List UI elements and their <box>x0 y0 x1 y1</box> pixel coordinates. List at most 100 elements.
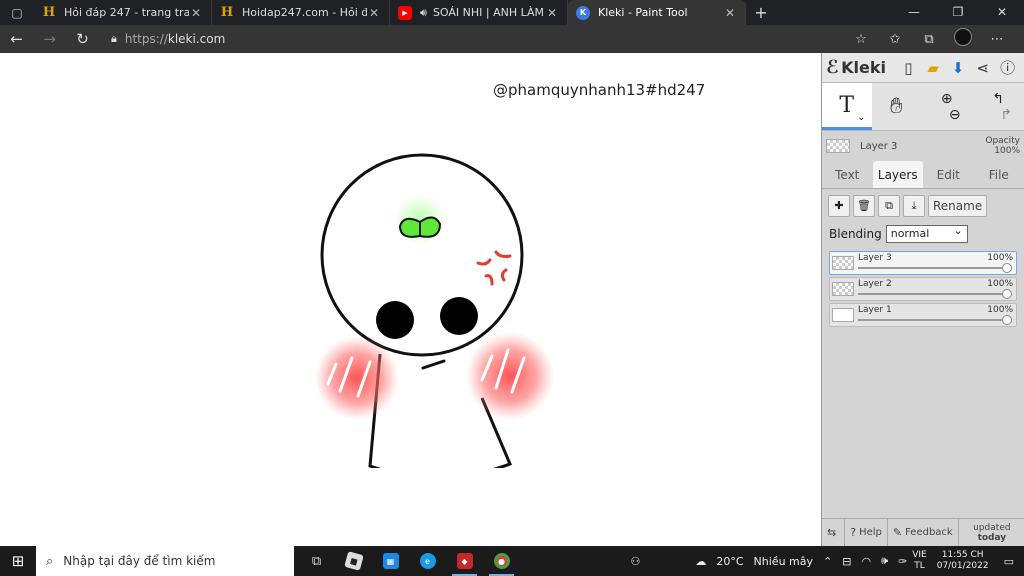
zoom-out-icon[interactable]: ⊖ <box>949 107 961 123</box>
download-icon[interactable]: ⬇ <box>946 59 971 77</box>
tab-text[interactable]: Text <box>822 161 873 188</box>
lang-line2: TL <box>914 561 925 571</box>
new-image-icon[interactable]: ▯ <box>896 59 921 77</box>
feedback-label: Feedback <box>905 527 953 538</box>
close-tab-icon[interactable]: ✕ <box>367 6 381 20</box>
blending-select[interactable]: normal <box>885 223 968 243</box>
duplicate-layer-button[interactable]: ⧉ <box>878 195 900 217</box>
close-tab-icon[interactable]: ✕ <box>545 6 559 20</box>
sprout-leaf-right <box>419 216 442 238</box>
chrome-icon[interactable]: ● <box>483 546 520 576</box>
add-layer-button[interactable]: ✚ <box>828 195 850 217</box>
weather-icon[interactable]: ☁ <box>695 555 706 568</box>
layer-actions: ✚ 🗑︎ ⧉ ⤓ Rename <box>822 189 1024 223</box>
clock[interactable]: 11:55 CH 07/01/2022 <box>937 550 989 572</box>
favorite-star-icon[interactable]: ☆ <box>844 32 878 47</box>
tab-kleki[interactable]: K Kleki - Paint Tool ✕ <box>568 0 746 25</box>
tab-file[interactable]: File <box>974 161 1024 188</box>
profile-avatar[interactable] <box>946 28 980 50</box>
open-folder-icon[interactable]: ▰ <box>921 59 946 77</box>
layer-item[interactable]: Layer 3 100% <box>829 251 1017 275</box>
rename-button[interactable]: Rename <box>928 195 988 217</box>
url-field[interactable]: 🔒︎ https:// kleki.com <box>111 32 844 46</box>
close-tab-icon[interactable]: ✕ <box>723 6 737 20</box>
system-tray: ⚇ ☁ 20°C Nhiều mây ⌃ ⊟ ◠ 🕪︎ ✑ VIE TL 11:… <box>625 550 1024 572</box>
pen-icon[interactable]: ✑ <box>898 555 907 568</box>
weather-desc[interactable]: Nhiều mây <box>754 555 813 568</box>
search-icon: ⌕ <box>46 553 54 569</box>
text-tool-icon: T <box>839 92 855 118</box>
taskbar-search[interactable]: ⌕ Nhập tại đây để tìm kiếm <box>36 546 294 576</box>
undo-icon[interactable]: ↰ <box>992 91 1004 107</box>
volume-icon[interactable]: 🕪︎ <box>881 554 888 568</box>
slider-handle[interactable] <box>1002 289 1012 299</box>
collections-icon[interactable]: ⧉ <box>912 32 946 47</box>
clock-time: 11:55 CH <box>941 550 984 560</box>
share-icon[interactable]: ⋖ <box>970 59 995 77</box>
task-view-icon[interactable]: ⧉ <box>298 546 335 576</box>
address-actions: ☆ ✩ ⧉ ⋯ <box>844 28 1014 50</box>
taskbar-apps: ⧉ ■ ▦ e ◆ ● <box>298 546 520 576</box>
people-icon[interactable]: ⚇ <box>630 555 640 568</box>
layer-thumbnail <box>832 256 854 270</box>
favorites-icon[interactable]: ✩ <box>878 32 912 47</box>
slider-handle[interactable] <box>1002 315 1012 325</box>
layer-opacity-slider[interactable] <box>858 319 1012 321</box>
hand-tool-button[interactable]: ✋︎ <box>872 83 922 130</box>
close-window-icon[interactable]: ✕ <box>980 0 1024 25</box>
weather-temp[interactable]: 20°C <box>716 555 743 568</box>
kleki-logo[interactable]: ℰ Kleki <box>826 57 886 78</box>
tab-layers[interactable]: Layers <box>872 161 923 188</box>
show-hidden-icons[interactable]: ⌃ <box>823 555 832 568</box>
tab-hoidap247-2[interactable]: H Hoidap247.com - Hỏi đáp online ✕ <box>212 0 390 25</box>
opacity-label: Opacity <box>985 136 1020 146</box>
tool-dropdown-icon[interactable]: ⌄ <box>857 112 865 123</box>
address-bar: ← → ↻ 🔒︎ https:// kleki.com ☆ ✩ ⧉ ⋯ <box>0 25 1024 53</box>
restore-icon[interactable]: ❐ <box>936 0 980 25</box>
tab-actions-icon[interactable]: ▢ <box>0 0 34 25</box>
tab-edit[interactable]: Edit <box>923 161 974 188</box>
help-button[interactable]: ? Help <box>845 518 888 547</box>
feedback-button[interactable]: ✎ Feedback <box>888 518 959 547</box>
help-circle-icon[interactable]: ⓘ <box>995 57 1020 78</box>
merge-layer-button[interactable]: ⤓ <box>903 195 925 217</box>
drawing-canvas[interactable]: @phamquynhanh13#hd247 <box>0 53 821 546</box>
updated-notice[interactable]: updated today <box>959 519 1024 547</box>
current-layer-name: Layer 3 <box>860 140 898 152</box>
slider-handle[interactable] <box>1002 263 1012 273</box>
more-options-icon[interactable]: ⋯ <box>980 32 1014 47</box>
swap-sides-button[interactable]: ⇆ <box>822 518 846 547</box>
layer-opacity-slider[interactable] <box>858 293 1012 295</box>
zoom-in-icon[interactable]: ⊕ <box>941 91 953 107</box>
tab-hoidap247-1[interactable]: H Hỏi đáp 247 - trang tra loi ✕ <box>34 0 212 25</box>
refresh-icon[interactable]: ↻ <box>66 30 99 48</box>
tab-youtube[interactable]: ▶ 🔊︎ SOÁI NHI | ANH LÀM NGƯỜI ✕ <box>390 0 568 25</box>
wifi-icon[interactable]: ◠ <box>861 555 871 568</box>
speaker-icon[interactable]: 🔊︎ <box>420 6 427 20</box>
redo-icon[interactable]: ↱ <box>1000 107 1012 123</box>
network-icon[interactable]: ⊟ <box>842 555 851 568</box>
layer-item[interactable]: Layer 2 100% <box>829 277 1017 301</box>
character-drawing <box>315 153 554 468</box>
microsoft-store-icon[interactable]: ▦ <box>372 546 409 576</box>
edge-icon[interactable]: e <box>409 546 446 576</box>
url-host: kleki.com <box>167 32 226 46</box>
app-icon[interactable]: ◆ <box>446 546 483 576</box>
delete-layer-button[interactable]: 🗑︎ <box>853 195 875 217</box>
updated-line1: updated <box>973 522 1011 533</box>
kleki-favicon-icon: K <box>576 5 590 20</box>
forward-icon[interactable]: → <box>33 30 66 48</box>
language-indicator[interactable]: VIE TL <box>912 550 927 572</box>
swap-icon: ⇆ <box>827 526 837 539</box>
new-tab-button[interactable]: + <box>746 0 776 25</box>
layer-opacity-slider[interactable] <box>858 267 1012 269</box>
windows-taskbar: ⊞ ⌕ Nhập tại đây để tìm kiếm ⧉ ■ ▦ e ◆ ●… <box>0 546 1024 576</box>
minimize-icon[interactable]: — <box>892 0 936 25</box>
windows-start-icon[interactable]: ⊞ <box>0 552 36 570</box>
text-tool-button[interactable]: T ⌄ <box>822 83 872 130</box>
back-icon[interactable]: ← <box>0 30 33 48</box>
close-tab-icon[interactable]: ✕ <box>189 6 203 20</box>
layer-item[interactable]: Layer 1 100% <box>829 303 1017 327</box>
roblox-icon[interactable]: ■ <box>335 546 372 576</box>
notification-icon[interactable]: ▭ <box>1004 555 1014 568</box>
